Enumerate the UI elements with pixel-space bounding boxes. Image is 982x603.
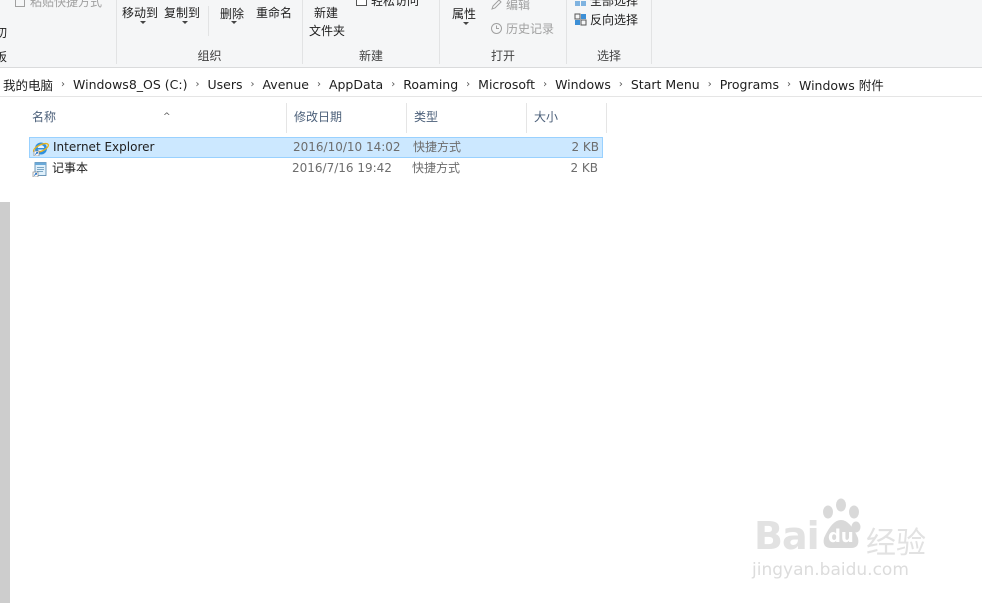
navigation-scrollbar-thumb[interactable]: [0, 202, 10, 603]
properties-button[interactable]: 属性: [452, 5, 476, 22]
open-group-label: 打开: [490, 49, 515, 63]
breadcrumb-chevron-icon[interactable]: ›: [461, 79, 475, 90]
navigation-pane-edge: [0, 97, 12, 603]
file-modified-date: 2016/7/16 19:42: [292, 161, 392, 175]
file-type: 快捷方式: [412, 161, 461, 175]
checkbox-icon: [355, 0, 368, 7]
breadcrumb-chevron-icon[interactable]: ›: [614, 79, 628, 90]
notepad-icon: [32, 161, 48, 178]
select-group-label: 选择: [596, 49, 621, 63]
breadcrumb-item[interactable]: 我的电脑: [0, 75, 56, 94]
rename-button[interactable]: 重命名: [256, 4, 292, 21]
sort-ascending-icon: ^: [163, 112, 171, 122]
cut-button[interactable]: 切: [0, 24, 7, 41]
file-modified-date: 2016/10/10 14:02: [293, 140, 401, 154]
select-group: 全部选择 反向选择 选择: [567, 0, 651, 68]
breadcrumb-chevron-icon[interactable]: ›: [190, 79, 204, 90]
column-header-type[interactable]: 类型: [407, 103, 527, 133]
select-all-icon: [574, 0, 587, 7]
breadcrumb-chevron-icon[interactable]: ›: [386, 79, 400, 90]
breadcrumb-chevron-icon[interactable]: ›: [782, 79, 796, 90]
breadcrumb-item[interactable]: Windows 附件: [796, 75, 887, 94]
open-group: 属性 编辑 历史记录 打开: [440, 0, 566, 68]
breadcrumb-item[interactable]: Roaming: [400, 77, 461, 92]
ribbon: 粘贴快捷方式 切 板 移动到 复制到 删除 重命名 组织 新建 文件夹 轻松访问…: [0, 0, 982, 68]
watermark-product: 经验: [866, 526, 926, 561]
invert-selection-icon: [574, 13, 587, 26]
clipboard-group: 粘贴快捷方式 切 板: [0, 0, 116, 68]
breadcrumb-item[interactable]: Users: [204, 77, 245, 92]
file-row[interactable]: 记事本 2016/7/16 19:42 快捷方式 2 KB: [29, 159, 603, 180]
file-type: 快捷方式: [413, 140, 462, 154]
breadcrumb-item[interactable]: Microsoft: [475, 77, 538, 92]
internet-explorer-icon: [32, 140, 50, 157]
history-button[interactable]: 历史记录: [490, 20, 554, 37]
column-header-date[interactable]: 修改日期: [287, 103, 407, 133]
file-row[interactable]: Internet Explorer 2016/10/10 14:02 快捷方式 …: [29, 137, 603, 158]
breadcrumb-item[interactable]: AppData: [326, 77, 386, 92]
clipboard-group-label: 板: [0, 50, 8, 64]
move-to-button[interactable]: 移动到: [122, 4, 158, 21]
breadcrumb: 我的电脑 › Windows8_OS (C:) › Users › Avenue › AppDa…: [0, 72, 887, 97]
select-all-button[interactable]: 全部选择: [574, 0, 638, 9]
easy-access-button[interactable]: 轻松访问: [355, 0, 419, 9]
copy-to-button[interactable]: 复制到: [164, 4, 200, 21]
move-to-dropdown-icon: [140, 21, 146, 24]
history-icon: [490, 22, 503, 35]
edit-icon: [490, 0, 503, 11]
breadcrumb-chevron-icon[interactable]: ›: [312, 79, 326, 90]
file-size: 2 KB: [571, 140, 599, 154]
breadcrumb-item[interactable]: Start Menu: [628, 77, 703, 92]
button-divider: [208, 6, 209, 36]
invert-selection-button[interactable]: 反向选择: [574, 11, 638, 28]
address-bar[interactable]: 我的电脑 › Windows8_OS (C:) › Users › Avenue › AppDa…: [0, 72, 982, 97]
organize-group: 移动到 复制到 删除 重命名 组织: [117, 0, 302, 68]
breadcrumb-chevron-icon[interactable]: ›: [703, 79, 717, 90]
file-name: Internet Explorer: [53, 140, 155, 154]
watermark-brand-suffix: du: [828, 526, 854, 547]
paste-shortcut-button[interactable]: 粘贴快捷方式: [14, 0, 102, 10]
breadcrumb-item[interactable]: Windows: [552, 77, 614, 92]
breadcrumb-chevron-icon[interactable]: ›: [56, 79, 70, 90]
delete-dropdown-icon: [231, 21, 237, 24]
new-group: 新建 文件夹 轻松访问 新建: [303, 0, 439, 68]
delete-button[interactable]: 删除: [220, 5, 244, 22]
file-size: 2 KB: [570, 161, 598, 175]
edit-button[interactable]: 编辑: [490, 0, 530, 13]
breadcrumb-item[interactable]: Avenue: [259, 77, 311, 92]
new-group-label: 新建: [358, 49, 383, 63]
column-header-row: 名称 ^ 修改日期 类型 大小: [12, 103, 612, 133]
watermark-url: jingyan.baidu.com: [752, 560, 909, 580]
watermark-brand: Bai: [754, 514, 820, 558]
new-folder-button[interactable]: 新建 文件夹: [309, 4, 345, 40]
breadcrumb-chevron-icon[interactable]: ›: [245, 79, 259, 90]
breadcrumb-chevron-icon[interactable]: ›: [538, 79, 552, 90]
column-header-size[interactable]: 大小: [527, 103, 607, 133]
breadcrumb-item[interactable]: Programs: [717, 77, 782, 92]
properties-dropdown-icon: [463, 22, 469, 25]
group-divider: [651, 0, 652, 64]
organize-group-label: 组织: [197, 49, 222, 63]
paste-shortcut-icon: [14, 0, 27, 8]
baidu-jingyan-watermark: Bai du 经验 jingyan.baidu.com: [752, 496, 932, 586]
breadcrumb-item[interactable]: Windows8_OS (C:): [70, 77, 190, 92]
file-name: 记事本: [52, 161, 89, 175]
column-header-name[interactable]: 名称 ^: [25, 103, 287, 133]
copy-to-dropdown-icon: [182, 21, 188, 24]
